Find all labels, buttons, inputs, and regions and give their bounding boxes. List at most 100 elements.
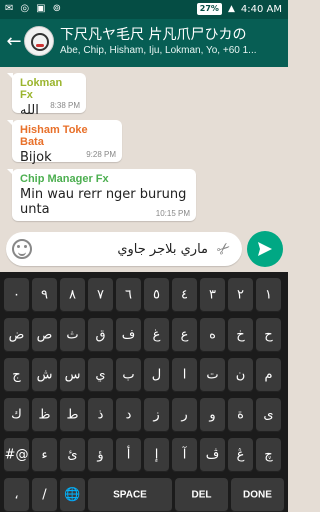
keyboard-key[interactable]: ٠ <box>4 278 29 312</box>
keyboard-key[interactable]: ض <box>4 318 29 352</box>
keyboard-key[interactable]: ذ <box>88 398 113 432</box>
key-label: ٤ <box>181 287 188 303</box>
keyboard-key[interactable]: أ <box>116 438 141 472</box>
keyboard-key[interactable]: ا <box>172 358 197 392</box>
key-label: ڠ <box>236 447 245 463</box>
keyboard-key[interactable]: ن <box>228 358 253 392</box>
keyboard-key[interactable]: ٩ <box>32 278 57 312</box>
keyboard-key[interactable]: ك <box>4 398 29 432</box>
keyboard-key[interactable]: ي <box>88 358 113 392</box>
keyboard-key[interactable]: ح <box>256 318 281 352</box>
keyboard-key[interactable]: ج <box>4 358 29 392</box>
slash-key[interactable]: / <box>32 478 57 512</box>
chat-header: ← 下尺凡ヤ毛尺 片凡爪尸ひカの Abe, Chip, Hisham, Iju,… <box>0 19 288 67</box>
avatar-mouth-icon <box>36 44 44 47</box>
comma-key[interactable]: ، <box>4 478 29 512</box>
keyboard-key[interactable]: ٥ <box>144 278 169 312</box>
message-bubble[interactable]: Hisham Toke Bata Bijok 9:28 PM <box>7 120 122 165</box>
key-label: ة <box>237 407 244 423</box>
keyboard-key[interactable]: ط <box>60 398 85 432</box>
attachment-icon[interactable]: ✂ <box>210 235 238 263</box>
keyboard-key[interactable]: ظ <box>32 398 57 432</box>
group-avatar[interactable] <box>24 26 54 56</box>
delete-key[interactable]: DEL <box>175 478 228 512</box>
keyboard-key[interactable]: ى <box>256 398 281 432</box>
key-label: ط <box>66 407 79 423</box>
key-label: ٦ <box>125 287 132 303</box>
keyboard-key[interactable]: ء <box>32 438 57 472</box>
keyboard-key[interactable]: ٨ <box>60 278 85 312</box>
key-label: ع <box>180 327 189 343</box>
keyboard-key[interactable]: ڠ <box>228 438 253 472</box>
keyboard-key[interactable]: ئ <box>60 438 85 472</box>
group-members[interactable]: Abe, Chip, Hisham, Iju, Lokman, Yo, +60 … <box>60 45 286 56</box>
key-label: ٧ <box>97 287 104 303</box>
message-bubble[interactable]: Lokman Fx الله 8:38 PM <box>7 73 86 118</box>
send-button[interactable] <box>247 231 283 267</box>
key-label: ٨ <box>69 287 76 303</box>
keyboard-key[interactable]: ٧ <box>88 278 113 312</box>
key-label: ٢ <box>237 287 244 303</box>
keyboard-key[interactable]: م <box>256 358 281 392</box>
space-key[interactable]: SPACE <box>88 478 172 512</box>
keyboard-key[interactable]: ٣ <box>200 278 225 312</box>
status-bar: ✉ ◎ ▣ ⊚ 27% ▲ 4:40 AM <box>0 0 288 19</box>
key-label: ٣ <box>209 287 216 303</box>
key-label: د <box>125 407 132 423</box>
key-label: م <box>264 367 273 383</box>
keyboard-key[interactable]: ر <box>172 398 197 432</box>
keyboard-key[interactable]: ة <box>228 398 253 432</box>
keyboard-key[interactable]: خ <box>228 318 253 352</box>
key-label: SPACE <box>113 489 147 501</box>
keyboard-key[interactable]: آ <box>172 438 197 472</box>
keyboard-key[interactable]: و <box>200 398 225 432</box>
keyboard-key[interactable]: إ <box>144 438 169 472</box>
status-time: 4:40 AM <box>240 3 282 15</box>
key-label: DEL <box>191 489 212 501</box>
keyboard-key[interactable]: ق <box>88 318 113 352</box>
keyboard-key[interactable]: ث <box>60 318 85 352</box>
key-label: خ <box>236 327 245 343</box>
message-bubble[interactable]: Chip Manager Fx Min wau rerr nger burung… <box>7 169 196 221</box>
globe-key[interactable]: 🌐 <box>60 478 85 512</box>
key-label: ض <box>8 327 25 343</box>
keyboard-key[interactable]: #@ <box>4 438 29 472</box>
keyboard-key[interactable]: ت <box>200 358 225 392</box>
keyboard-key[interactable]: ف <box>116 318 141 352</box>
keyboard-key[interactable]: ز <box>144 398 169 432</box>
key-label: ؤ <box>97 447 104 463</box>
keyboard-key[interactable]: ع <box>172 318 197 352</box>
keyboard-key[interactable]: ه <box>200 318 225 352</box>
message-time: 8:38 PM <box>50 101 80 110</box>
keyboard-key[interactable]: ب <box>116 358 141 392</box>
sms-icon: ✉ <box>5 3 14 14</box>
back-arrow-icon[interactable]: ← <box>4 32 24 52</box>
key-label: ظ <box>38 407 51 423</box>
emoji-icon[interactable] <box>12 239 32 259</box>
keyboard-key[interactable]: غ <box>144 318 169 352</box>
key-label: ء <box>41 447 48 463</box>
keyboard-key[interactable]: ١ <box>256 278 281 312</box>
keyboard-key[interactable]: ٤ <box>172 278 197 312</box>
keyboard-key[interactable]: ؤ <box>88 438 113 472</box>
keyboard-key[interactable]: چ <box>256 438 281 472</box>
keyboard-key[interactable]: ٦ <box>116 278 141 312</box>
message-list: Lokman Fx الله 8:38 PM Hisham Toke Bata … <box>0 67 288 227</box>
keyboard-key[interactable]: د <box>116 398 141 432</box>
keyboard-key[interactable]: ل <box>144 358 169 392</box>
key-label: ا <box>182 367 187 383</box>
keyboard-key[interactable]: ٢ <box>228 278 253 312</box>
message-time: 10:15 PM <box>155 209 190 218</box>
key-label: ز <box>153 407 160 423</box>
keyboard-key[interactable]: س <box>60 358 85 392</box>
image-icon: ▣ <box>36 3 46 14</box>
keyboard-key[interactable]: ش <box>32 358 57 392</box>
group-title[interactable]: 下尺凡ヤ毛尺 片凡爪尸ひカの <box>60 24 286 44</box>
key-label: آ <box>182 447 187 463</box>
message-input[interactable] <box>40 240 208 258</box>
keyboard-key[interactable]: ص <box>32 318 57 352</box>
keyboard-key[interactable]: ڤ <box>200 438 225 472</box>
key-label: ذ <box>97 407 104 423</box>
done-key[interactable]: DONE <box>231 478 284 512</box>
key-label: ي <box>95 367 106 383</box>
